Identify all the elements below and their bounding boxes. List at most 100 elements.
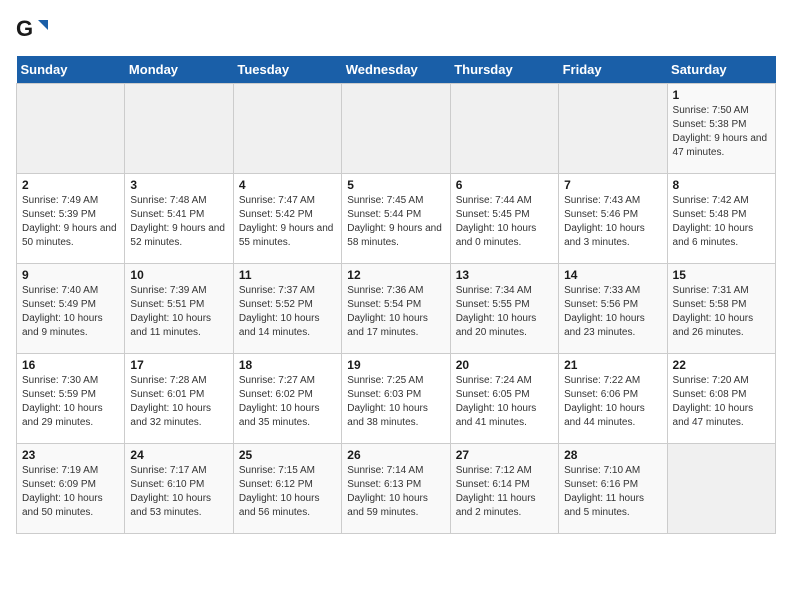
calendar-cell	[233, 84, 341, 174]
calendar-header-row: SundayMondayTuesdayWednesdayThursdayFrid…	[17, 56, 776, 84]
day-number: 8	[673, 178, 770, 192]
day-info: Sunrise: 7:12 AM Sunset: 6:14 PM Dayligh…	[456, 464, 553, 520]
calendar-cell: 15 Sunrise: 7:31 AM Sunset: 5:58 PM Dayli…	[667, 264, 775, 354]
day-info: Sunrise: 7:10 AM Sunset: 6:16 PM Dayligh…	[564, 464, 661, 520]
calendar-cell: 5 Sunrise: 7:45 AM Sunset: 5:44 PM Daylig…	[342, 174, 450, 264]
day-info: Sunrise: 7:30 AM Sunset: 5:59 PM Dayligh…	[22, 374, 119, 430]
day-info: Sunrise: 7:39 AM Sunset: 5:51 PM Dayligh…	[130, 284, 227, 340]
day-info: Sunrise: 7:24 AM Sunset: 6:05 PM Dayligh…	[456, 374, 553, 430]
calendar-cell: 4Sunrise: 7:47 AM Sunset: 5:42 PM Daylig…	[233, 174, 341, 264]
day-info: Sunrise: 7:27 AM Sunset: 6:02 PM Dayligh…	[239, 374, 336, 430]
day-number: 15	[673, 268, 770, 282]
day-number: 24	[130, 448, 227, 462]
day-number: 10	[130, 268, 227, 282]
calendar-cell: 2 Sunrise: 7:49 AM Sunset: 5:39 PM Daylig…	[17, 174, 125, 264]
logo: G	[16, 16, 50, 44]
header-thursday: Thursday	[450, 56, 558, 84]
day-number: 18	[239, 358, 336, 372]
calendar-cell: 24 Sunrise: 7:17 AM Sunset: 6:10 PM Dayli…	[125, 444, 233, 534]
calendar-cell	[17, 84, 125, 174]
calendar-cell	[559, 84, 667, 174]
calendar-cell: 11 Sunrise: 7:37 AM Sunset: 5:52 PM Dayli…	[233, 264, 341, 354]
day-info: Sunrise: 7:36 AM Sunset: 5:54 PM Dayligh…	[347, 284, 444, 340]
day-number: 4	[239, 178, 336, 192]
day-info: Sunrise: 7:25 AM Sunset: 6:03 PM Dayligh…	[347, 374, 444, 430]
header-sunday: Sunday	[17, 56, 125, 84]
day-number: 19	[347, 358, 444, 372]
calendar-week-row: 1 Sunrise: 7:50 AM Sunset: 5:38 PM Daylig…	[17, 84, 776, 174]
day-info: Sunrise: 7:33 AM Sunset: 5:56 PM Dayligh…	[564, 284, 661, 340]
day-number: 14	[564, 268, 661, 282]
day-info: Sunrise: 7:20 AM Sunset: 6:08 PM Dayligh…	[673, 374, 770, 430]
day-number: 5	[347, 178, 444, 192]
calendar-cell: 9 Sunrise: 7:40 AM Sunset: 5:49 PM Daylig…	[17, 264, 125, 354]
calendar-cell	[667, 444, 775, 534]
calendar-week-row: 2 Sunrise: 7:49 AM Sunset: 5:39 PM Daylig…	[17, 174, 776, 264]
day-number: 23	[22, 448, 119, 462]
header-monday: Monday	[125, 56, 233, 84]
calendar-cell: 25Sunrise: 7:15 AM Sunset: 6:12 PM Dayli…	[233, 444, 341, 534]
day-info: Sunrise: 7:42 AM Sunset: 5:48 PM Dayligh…	[673, 194, 770, 250]
calendar-cell: 3 Sunrise: 7:48 AM Sunset: 5:41 PM Daylig…	[125, 174, 233, 264]
day-info: Sunrise: 7:14 AM Sunset: 6:13 PM Dayligh…	[347, 464, 444, 520]
calendar-cell: 17 Sunrise: 7:28 AM Sunset: 6:01 PM Dayli…	[125, 354, 233, 444]
calendar-cell: 18 Sunrise: 7:27 AM Sunset: 6:02 PM Dayli…	[233, 354, 341, 444]
day-number: 17	[130, 358, 227, 372]
calendar-cell: 19 Sunrise: 7:25 AM Sunset: 6:03 PM Dayli…	[342, 354, 450, 444]
day-number: 16	[22, 358, 119, 372]
calendar-cell: 7 Sunrise: 7:43 AM Sunset: 5:46 PM Daylig…	[559, 174, 667, 264]
day-number: 7	[564, 178, 661, 192]
calendar-table: SundayMondayTuesdayWednesdayThursdayFrid…	[16, 56, 776, 534]
day-info: Sunrise: 7:40 AM Sunset: 5:49 PM Dayligh…	[22, 284, 119, 340]
day-number: 21	[564, 358, 661, 372]
calendar-week-row: 9 Sunrise: 7:40 AM Sunset: 5:49 PM Daylig…	[17, 264, 776, 354]
day-number: 3	[130, 178, 227, 192]
day-info: Sunrise: 7:48 AM Sunset: 5:41 PM Dayligh…	[130, 194, 227, 250]
calendar-cell: 14 Sunrise: 7:33 AM Sunset: 5:56 PM Dayli…	[559, 264, 667, 354]
calendar-cell: 20 Sunrise: 7:24 AM Sunset: 6:05 PM Dayli…	[450, 354, 558, 444]
header-saturday: Saturday	[667, 56, 775, 84]
header-tuesday: Tuesday	[233, 56, 341, 84]
header-friday: Friday	[559, 56, 667, 84]
calendar-cell: 26 Sunrise: 7:14 AM Sunset: 6:13 PM Dayli…	[342, 444, 450, 534]
calendar-week-row: 23 Sunrise: 7:19 AM Sunset: 6:09 PM Dayli…	[17, 444, 776, 534]
day-info: Sunrise: 7:49 AM Sunset: 5:39 PM Dayligh…	[22, 194, 119, 250]
day-number: 20	[456, 358, 553, 372]
day-number: 1	[673, 88, 770, 102]
calendar-cell: 23 Sunrise: 7:19 AM Sunset: 6:09 PM Dayli…	[17, 444, 125, 534]
day-number: 13	[456, 268, 553, 282]
svg-text:G: G	[16, 16, 33, 41]
day-info: Sunrise: 7:17 AM Sunset: 6:10 PM Dayligh…	[130, 464, 227, 520]
calendar-cell: 6 Sunrise: 7:44 AM Sunset: 5:45 PM Daylig…	[450, 174, 558, 264]
day-number: 2	[22, 178, 119, 192]
day-number: 22	[673, 358, 770, 372]
day-info: Sunrise: 7:34 AM Sunset: 5:55 PM Dayligh…	[456, 284, 553, 340]
day-info: Sunrise: 7:31 AM Sunset: 5:58 PM Dayligh…	[673, 284, 770, 340]
logo-icon: G	[16, 16, 48, 48]
calendar-cell: 21 Sunrise: 7:22 AM Sunset: 6:06 PM Dayli…	[559, 354, 667, 444]
header-wednesday: Wednesday	[342, 56, 450, 84]
calendar-cell: 16 Sunrise: 7:30 AM Sunset: 5:59 PM Dayli…	[17, 354, 125, 444]
day-info: Sunrise: 7:22 AM Sunset: 6:06 PM Dayligh…	[564, 374, 661, 430]
calendar-cell: 27 Sunrise: 7:12 AM Sunset: 6:14 PM Dayli…	[450, 444, 558, 534]
day-info: Sunrise: 7:44 AM Sunset: 5:45 PM Dayligh…	[456, 194, 553, 250]
day-info: Sunrise: 7:19 AM Sunset: 6:09 PM Dayligh…	[22, 464, 119, 520]
calendar-cell: 13 Sunrise: 7:34 AM Sunset: 5:55 PM Dayli…	[450, 264, 558, 354]
day-info: Sunrise: 7:28 AM Sunset: 6:01 PM Dayligh…	[130, 374, 227, 430]
day-number: 9	[22, 268, 119, 282]
day-info: Sunrise: 7:45 AM Sunset: 5:44 PM Dayligh…	[347, 194, 444, 250]
calendar-cell: 28 Sunrise: 7:10 AM Sunset: 6:16 PM Dayli…	[559, 444, 667, 534]
day-number: 28	[564, 448, 661, 462]
calendar-cell	[450, 84, 558, 174]
day-info: Sunrise: 7:50 AM Sunset: 5:38 PM Dayligh…	[673, 104, 770, 160]
day-number: 6	[456, 178, 553, 192]
day-number: 11	[239, 268, 336, 282]
calendar-cell	[342, 84, 450, 174]
day-info: Sunrise: 7:43 AM Sunset: 5:46 PM Dayligh…	[564, 194, 661, 250]
calendar-week-row: 16 Sunrise: 7:30 AM Sunset: 5:59 PM Dayli…	[17, 354, 776, 444]
calendar-cell: 10 Sunrise: 7:39 AM Sunset: 5:51 PM Dayli…	[125, 264, 233, 354]
day-number: 27	[456, 448, 553, 462]
day-info: Sunrise: 7:37 AM Sunset: 5:52 PM Dayligh…	[239, 284, 336, 340]
calendar-cell: 8 Sunrise: 7:42 AM Sunset: 5:48 PM Daylig…	[667, 174, 775, 264]
day-number: 26	[347, 448, 444, 462]
